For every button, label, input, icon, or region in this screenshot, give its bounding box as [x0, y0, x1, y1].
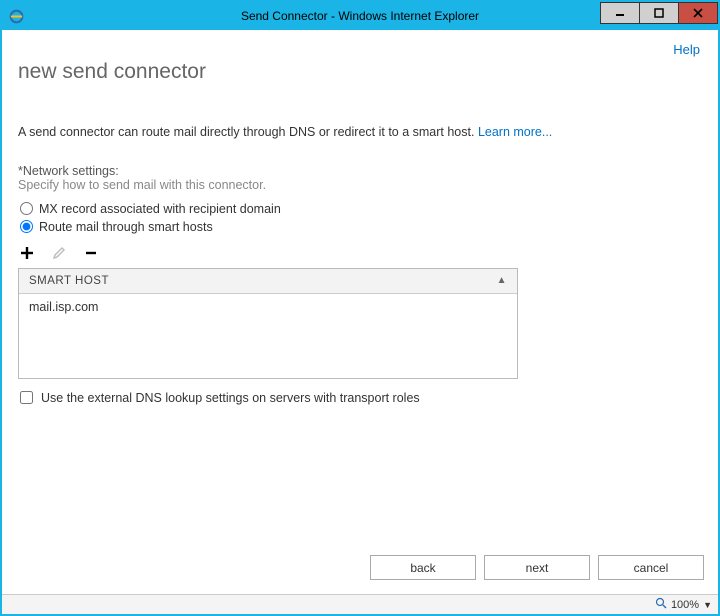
grid-body[interactable]: mail.isp.com [19, 294, 517, 378]
radio-sh-input[interactable] [20, 220, 33, 233]
edit-button[interactable] [50, 244, 68, 262]
cancel-button[interactable]: cancel [598, 555, 704, 580]
ie-icon [8, 8, 24, 24]
chevron-down-icon[interactable]: ▼ [703, 600, 712, 610]
external-dns-checkbox[interactable] [20, 391, 33, 404]
zoom-icon [655, 597, 667, 612]
description-text: A send connector can route mail directly… [18, 125, 478, 139]
close-button[interactable] [678, 2, 718, 24]
radio-mx-record[interactable]: MX record associated with recipient doma… [18, 202, 702, 216]
network-settings-sub: Specify how to send mail with this conne… [18, 178, 702, 192]
radio-mx-input[interactable] [20, 202, 33, 215]
radio-mx-label: MX record associated with recipient doma… [39, 202, 281, 216]
titlebar: Send Connector - Windows Internet Explor… [2, 2, 718, 30]
external-dns-label: Use the external DNS lookup settings on … [41, 391, 420, 405]
page-title: new send connector [18, 60, 702, 84]
sort-asc-icon: ▲ [497, 275, 507, 286]
zoom-control[interactable]: 100% ▼ [655, 597, 712, 612]
statusbar: 100% ▼ [2, 594, 718, 614]
grid-row[interactable]: mail.isp.com [29, 300, 507, 314]
grid-header-text: SMART HOST [29, 275, 109, 287]
help-link[interactable]: Help [673, 42, 700, 57]
content-area: Help new send connector A send connector… [2, 30, 718, 592]
smart-host-grid: SMART HOST ▲ mail.isp.com [18, 268, 518, 379]
zoom-value: 100% [671, 599, 699, 611]
description: A send connector can route mail directly… [18, 124, 702, 142]
grid-column-header[interactable]: SMART HOST ▲ [19, 269, 517, 294]
radio-sh-label: Route mail through smart hosts [39, 220, 213, 234]
external-dns-checkbox-row[interactable]: Use the external DNS lookup settings on … [18, 391, 702, 405]
radio-smart-host[interactable]: Route mail through smart hosts [18, 220, 702, 234]
maximize-button[interactable] [639, 2, 679, 24]
learn-more-link[interactable]: Learn more... [478, 125, 552, 139]
network-settings-label: *Network settings: [18, 164, 702, 178]
footer-buttons: back next cancel [370, 555, 704, 580]
window-controls [601, 2, 718, 30]
minimize-button[interactable] [600, 2, 640, 24]
add-button[interactable] [18, 244, 36, 262]
remove-button[interactable] [82, 244, 100, 262]
back-button[interactable]: back [370, 555, 476, 580]
grid-toolbar [18, 244, 702, 262]
next-button[interactable]: next [484, 555, 590, 580]
